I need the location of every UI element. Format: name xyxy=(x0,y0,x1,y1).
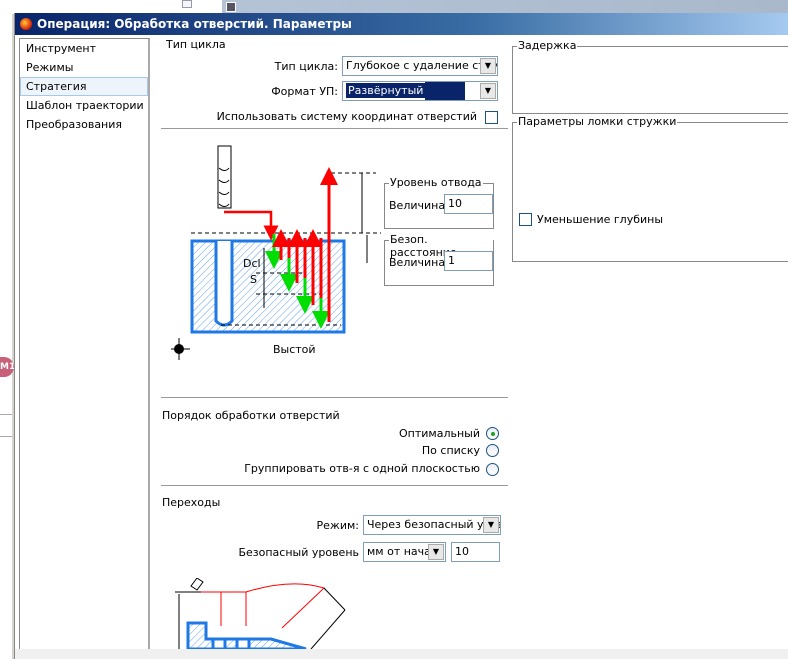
safe-distance-group: Безоп. расстояние Величина: 1 xyxy=(384,233,494,286)
app-icon xyxy=(20,18,32,30)
sidebar-item-transformations[interactable]: Преобразования xyxy=(20,115,148,134)
format-value: Развёрнутый xyxy=(346,83,426,98)
chip-breaking-title: Параметры ломки стружки xyxy=(517,115,678,128)
divider xyxy=(161,485,508,486)
dwell-label: Выстой xyxy=(273,343,316,356)
use-coords-checkbox[interactable] xyxy=(485,111,498,124)
transitions-diagram xyxy=(175,578,346,649)
tool-icon xyxy=(217,145,232,209)
format-label: Формат УП: xyxy=(271,85,338,98)
retract-input[interactable]: 10 xyxy=(444,194,493,214)
safe-distance-label: Величина: xyxy=(389,256,449,269)
divider xyxy=(161,397,508,398)
order-group-radio[interactable] xyxy=(486,463,499,476)
sidebar-item-strategy[interactable]: Стратегия xyxy=(20,77,148,96)
sidebar-item-tool[interactable]: Инструмент xyxy=(20,39,148,58)
cycle-type-value: Глубокое с удаление стру xyxy=(346,59,498,72)
menu-icon xyxy=(226,2,236,12)
delay-group: Задержка xyxy=(512,39,788,114)
reduce-depth-checkbox[interactable] xyxy=(519,213,532,226)
title-bar[interactable]: Операция: Обработка отверстий. Параметры xyxy=(15,13,788,35)
cycle-type-label: Тип цикла: xyxy=(274,60,338,73)
safe-level-unit-select[interactable]: мм от начал ▼ xyxy=(363,542,446,562)
retract-title: Уровень отвода xyxy=(389,176,483,189)
background-icon xyxy=(182,0,192,8)
dcl-label: Dcl xyxy=(243,257,261,270)
cycle-section-title: Тип цикла xyxy=(166,38,226,51)
format-select[interactable]: Развёрнутый ▼ xyxy=(342,81,498,101)
order-optimal-radio[interactable] xyxy=(486,427,499,440)
mode-value: Через безопасный уров xyxy=(367,518,501,531)
order-list-radio[interactable] xyxy=(486,444,499,457)
chevron-down-icon[interactable]: ▼ xyxy=(480,83,496,99)
mode-label: Режим: xyxy=(316,519,359,532)
safe-level-label: Безопасный уровень xyxy=(238,546,359,559)
origin-icon xyxy=(171,338,190,360)
window-title: Операция: Обработка отверстий. Параметры xyxy=(37,17,352,31)
order-group-label: Группировать отв-я с одной плоскостью xyxy=(244,462,480,475)
retract-group: Уровень отвода Величина: 10 xyxy=(384,176,494,229)
order-optimal-label: Оптимальный xyxy=(399,427,480,440)
badge-m1: M1 xyxy=(0,357,15,377)
sidebar-item-modes[interactable]: Режимы xyxy=(20,58,148,77)
mode-select[interactable]: Через безопасный уров ▼ xyxy=(363,515,501,535)
cycle-diagram: Dcl S Выстой xyxy=(171,145,381,360)
background-app-left: M1 xyxy=(0,14,15,659)
transitions-title: Переходы xyxy=(162,496,221,509)
safe-distance-input[interactable]: 1 xyxy=(444,251,493,271)
cycle-type-select[interactable]: Глубокое с удаление стру ▼ xyxy=(342,56,498,76)
bottom-bar xyxy=(15,649,788,659)
background-app xyxy=(0,0,788,14)
sidebar-item-path-template[interactable]: Шаблон траектории xyxy=(20,96,148,115)
delay-title: Задержка xyxy=(517,39,578,52)
order-title: Порядок обработки отверстий xyxy=(162,409,340,422)
order-list-label: По списку xyxy=(421,444,480,457)
use-coords-label: Использовать систему координат отверстий xyxy=(216,110,477,123)
chip-breaking-group: Параметры ломки стружки Уменьшение глуби… xyxy=(512,115,788,262)
divider xyxy=(161,128,508,129)
sidebar-nav: Инструмент Режимы Стратегия Шаблон траек… xyxy=(19,38,150,658)
chevron-down-icon[interactable]: ▼ xyxy=(480,58,496,74)
safe-level-input[interactable]: 10 xyxy=(451,542,500,562)
chevron-down-icon[interactable]: ▼ xyxy=(483,517,499,533)
reduce-depth-label: Уменьшение глубины xyxy=(537,213,664,226)
retract-label: Величина: xyxy=(389,199,449,212)
chevron-down-icon[interactable]: ▼ xyxy=(428,544,444,560)
s-label: S xyxy=(250,273,257,286)
dialog-window: Операция: Обработка отверстий. Параметры… xyxy=(14,13,788,659)
